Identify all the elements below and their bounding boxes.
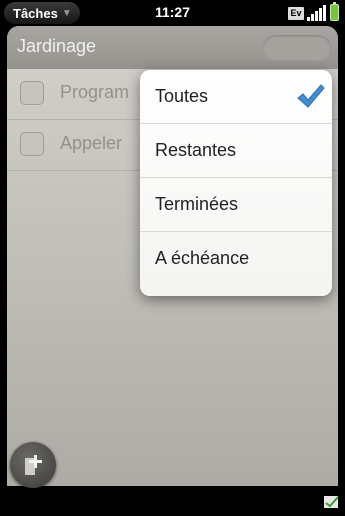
menu-item-toutes[interactable]: Toutes bbox=[140, 70, 332, 124]
battery-icon bbox=[330, 2, 339, 21]
filter-menu: Toutes Restantes Terminées A échéance bbox=[140, 70, 332, 296]
menu-item-label: Toutes bbox=[155, 86, 209, 106]
menu-item-restantes[interactable]: Restantes bbox=[140, 124, 332, 178]
notification-icon[interactable] bbox=[323, 494, 341, 510]
new-task-button[interactable] bbox=[10, 442, 56, 488]
menu-item-label: Terminées bbox=[155, 194, 239, 214]
ev-network-icon: Ev bbox=[288, 7, 304, 20]
signal-bars-icon bbox=[307, 5, 327, 21]
new-task-icon bbox=[25, 455, 42, 475]
menu-item-a-echeance[interactable]: A échéance bbox=[140, 232, 332, 296]
menu-item-terminees[interactable]: Terminées bbox=[140, 178, 332, 232]
menu-item-label: Restantes bbox=[155, 140, 237, 160]
menu-item-label: A échéance bbox=[155, 248, 250, 268]
checkmark-icon bbox=[297, 84, 325, 108]
status-bar: Tâches ▼ 11:27 Ev bbox=[0, 0, 345, 26]
